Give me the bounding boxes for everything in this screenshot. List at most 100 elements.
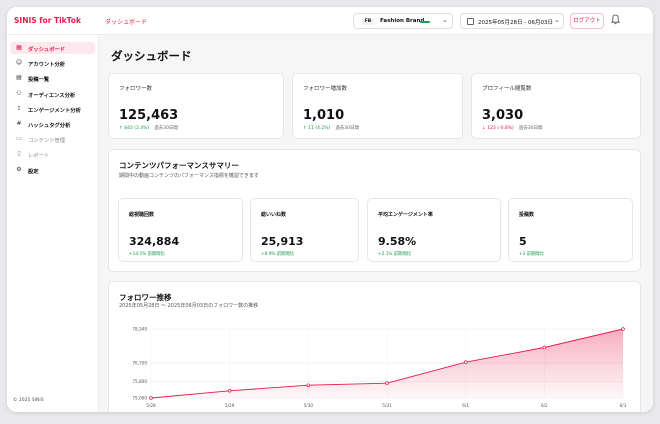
data-point <box>463 360 468 364</box>
x-tick-label: 5/30 <box>304 403 314 408</box>
metric-label: 総いいね数 <box>261 212 287 218</box>
app-window: SINIS for TikTok ダッシュボード FB Fashion Bran… <box>7 7 653 412</box>
metric-card-total-views: 総視聴回数 324,884 +14.5% 前期間比 <box>118 198 243 262</box>
date-range-selector[interactable]: 2025年05月28日 - 06月03日 ⌄ <box>460 13 564 29</box>
stat-label: プロフィール閲覧数 <box>482 86 532 92</box>
sidebar-item-label: オーディエンス分析 <box>28 92 76 99</box>
page-title: ダッシュボード <box>111 49 192 63</box>
change-value: ↓ 123 (-0.8%) <box>482 126 514 131</box>
sidebar-item-7[interactable]: ▯ レポート <box>10 148 95 160</box>
date-range-value: 2025年05月28日 - 06月03日 <box>478 20 553 26</box>
metric-value: 5 <box>519 235 527 248</box>
stat-value: 1,010 <box>303 108 345 123</box>
change-period: 過去30日間 <box>518 126 543 131</box>
y-tick-label: 76,700 <box>132 361 147 366</box>
gear-icon: ⚙ <box>16 165 22 173</box>
change-period: 過去30日間 <box>335 126 360 131</box>
metric-change: +8.9% 前期間比 <box>261 252 295 257</box>
sidebar-item-0[interactable]: ▦ ダッシュボード <box>10 42 95 54</box>
account-selector[interactable]: FB Fashion Brand ⌄ <box>353 13 453 29</box>
metric-label: 総視聴回数 <box>129 212 155 218</box>
y-tick-label: 75,000 <box>132 396 147 401</box>
hashtag-icon: # <box>16 120 22 127</box>
y-tick-label: 78,349 <box>132 327 147 332</box>
data-point <box>542 345 547 350</box>
content-icon: ▭ <box>16 135 22 143</box>
metric-card-total-likes: 総いいね数 25,913 +8.9% 前期間比 <box>250 198 359 262</box>
metric-value: 324,884 <box>129 235 180 248</box>
copyright: © 2025 SINIS <box>13 398 44 403</box>
section-subtitle: 期間中の動画コンテンツのパフォーマンス指標を確認できます <box>119 173 259 179</box>
metric-value: 25,913 <box>261 235 304 248</box>
data-point <box>385 381 389 385</box>
sidebar-item-2[interactable]: ▤ 投稿一覧 <box>10 72 95 84</box>
sidebar-item-label: ダッシュボード <box>28 47 66 53</box>
sidebar-item-label: コンテンツ管理 <box>28 138 66 145</box>
account-avatar: FB <box>362 18 374 25</box>
metric-change: +2.1% 前期間比 <box>378 252 412 257</box>
sidebar-item-3[interactable]: ⚇ オーディエンス分析 <box>10 88 95 100</box>
data-point <box>621 327 625 331</box>
sidebar-item-8[interactable]: ⚙ 設定 <box>10 164 95 176</box>
stat-change: ↑ 11 (4.2%) 過去30日間 <box>303 125 359 131</box>
follower-chart: 75,000 75,800 76,700 78,349 5/28 5/29 5/30 5/31… <box>132 327 627 408</box>
stat-value: 125,463 <box>119 108 179 123</box>
video-icon: ▤ <box>16 74 22 82</box>
breadcrumb: ダッシュボード <box>105 19 148 26</box>
sidebar-item-label: エンゲージメント分析 <box>28 107 81 114</box>
sidebar-item-label: ハッシュタグ分析 <box>28 123 71 129</box>
metric-label: 投稿数 <box>519 212 535 218</box>
top-bar: SINIS for TikTok ダッシュボード FB Fashion Bran… <box>7 7 653 35</box>
follower-trend-card: フォロワー推移 2025年05月28日 〜 2025年06月03日のフォロワー数… <box>108 281 641 412</box>
stat-card-followers: フォロワー数 125,463 ↑ 843 (2.4%) 過去30日間 <box>108 73 284 139</box>
brand-logo[interactable]: SINIS for TikTok <box>14 16 81 25</box>
metric-label: 平均エンゲージメント率 <box>378 212 433 218</box>
logout-button[interactable]: ログアウト <box>570 13 604 29</box>
change-value: ↑ 843 (2.4%) <box>119 126 150 131</box>
x-tick-label: 5/28 <box>146 403 156 408</box>
section-title: コンテンツパフォーマンスサマリー <box>119 161 239 170</box>
sidebar-item-label: レポート <box>28 153 50 160</box>
stat-label: フォロワー増加数 <box>303 86 348 92</box>
stat-change: ↑ 843 (2.4%) 過去30日間 <box>119 125 178 131</box>
data-point <box>306 383 311 387</box>
sidebar-item-label: 投稿一覧 <box>28 77 50 84</box>
main-content: ダッシュボード フォロワー数 125,463 ↑ 843 (2.4%) 過去30日… <box>99 35 653 412</box>
stat-label: フォロワー数 <box>119 86 153 92</box>
report-icon: ▯ <box>17 150 21 158</box>
metric-card-post-count: 投稿数 5 +3 前期間比 <box>508 198 633 262</box>
bell-icon[interactable] <box>611 14 620 25</box>
share-icon: ⇪ <box>16 104 22 112</box>
x-tick-label: 6/3 <box>620 403 627 408</box>
account-name: Fashion Brand <box>380 18 425 24</box>
x-tick-label: 6/1 <box>462 403 469 408</box>
metric-card-engagement-rate: 平均エンゲージメント率 9.58% +2.1% 前期間比 <box>367 198 501 262</box>
sidebar-item-6[interactable]: ▭ コンテンツ管理 <box>10 133 95 145</box>
account-status-indicator <box>420 20 430 23</box>
change-value: ↑ 11 (4.2%) <box>303 126 331 131</box>
chevron-down-icon: ⌄ <box>554 16 560 24</box>
audience-icon: ⚇ <box>16 89 22 97</box>
x-tick-label: 6/2 <box>541 403 548 408</box>
sidebar-item-4[interactable]: ⇪ エンゲージメント分析 <box>10 103 95 115</box>
sidebar-item-label: 設定 <box>28 168 39 175</box>
stat-card-profile-views: プロフィール閲覧数 3,030 ↓ 123 (-0.8%) 過去30日間 <box>471 73 641 139</box>
y-tick-label: 75,800 <box>132 379 147 384</box>
stat-change: ↓ 123 (-0.8%) 過去30日間 <box>482 125 543 131</box>
x-tick-label: 5/29 <box>225 403 235 408</box>
content-performance-summary: コンテンツパフォーマンスサマリー 期間中の動画コンテンツのパフォーマンス指標を確… <box>108 149 641 272</box>
sidebar-item-1[interactable]: ☺ アカウント分析 <box>10 57 95 69</box>
metric-change: +14.5% 前期間比 <box>129 252 165 257</box>
data-point <box>149 396 153 400</box>
stat-card-follower-growth: フォロワー増加数 1,010 ↑ 11 (4.2%) 過去30日間 <box>292 73 463 139</box>
sidebar: ▦ ダッシュボード ☺ アカウント分析 ▤ 投稿一覧 ⚇ オーディエンス分析 ⇪ エンゲージメント… <box>7 35 99 412</box>
chevron-down-icon: ⌄ <box>442 16 448 24</box>
sidebar-item-5[interactable]: # ハッシュタグ分析 <box>10 118 95 130</box>
metric-value: 9.58% <box>378 235 417 248</box>
stat-value: 3,030 <box>482 108 524 123</box>
sidebar-item-label: アカウント分析 <box>28 62 66 69</box>
data-point <box>227 389 232 393</box>
calendar-icon <box>467 18 474 25</box>
grid-icon: ▦ <box>16 44 22 51</box>
x-tick-label: 5/31 <box>382 403 392 408</box>
